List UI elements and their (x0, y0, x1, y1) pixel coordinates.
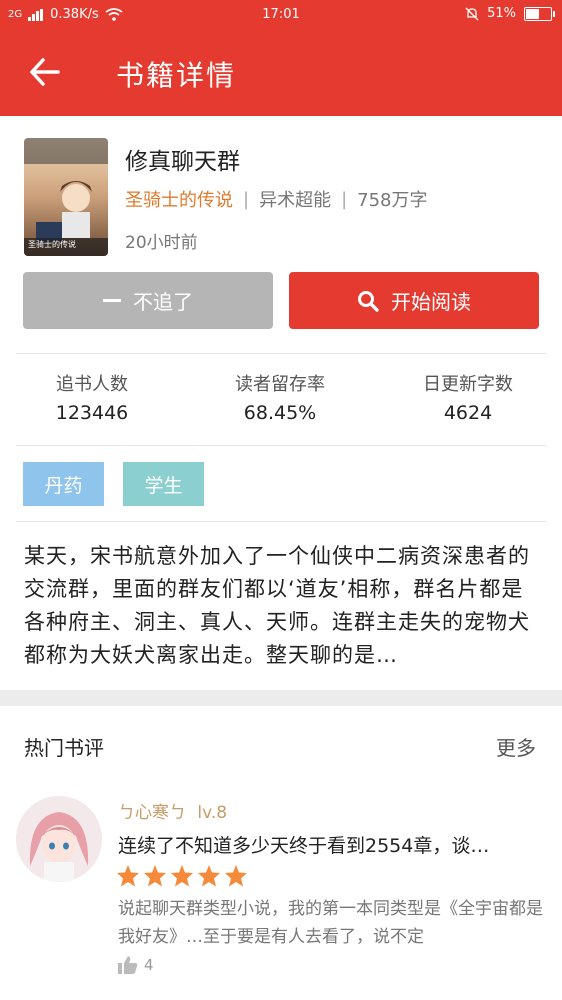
status-bar: 2G 0.38K/s 17:01 51% (0, 0, 562, 30)
stat-value: 4624 (443, 402, 493, 424)
more-reviews-link[interactable]: 更多 (496, 732, 536, 761)
stat-label: 读者留存率 (235, 374, 325, 395)
likes-count: 4 (144, 956, 154, 974)
tag-chip[interactable]: 学生 (123, 462, 204, 506)
thumbs-up-icon (118, 956, 138, 974)
cover-author-text: 圣骑士的传说 (28, 240, 76, 249)
book-meta: 圣骑士的传说 | 异术超能 | 758万字 (125, 186, 428, 212)
search-icon (358, 290, 379, 312)
battery-icon (524, 6, 555, 21)
book-updated-time: 20小时前 (125, 233, 198, 253)
mute-bell-icon (465, 7, 479, 20)
battery-percent: 51% (487, 6, 516, 21)
book-category: 异术超能 (259, 190, 332, 211)
review-body[interactable]: 说起聊天群类型小说，我的第一本同类型是《全宇宙都是我好友》…至于要是有人去看了，… (118, 895, 548, 951)
review-likes[interactable]: 4 (118, 956, 154, 974)
book-title: 修真聊天群 (125, 149, 240, 175)
section-gap (0, 690, 562, 706)
meta-divider: | (243, 188, 250, 210)
star-icon (198, 865, 220, 887)
stat-daily-words: 日更新字数 4624 (388, 370, 548, 424)
avatar[interactable] (16, 796, 102, 882)
book-word-count: 758万字 (357, 190, 428, 211)
book-stats: 追书人数 123446 读者留存率 68.45% 日更新字数 4624 (0, 354, 562, 444)
star-icon (117, 865, 139, 887)
back-button[interactable] (26, 52, 66, 92)
arrow-left-icon (30, 58, 60, 86)
stat-value: 68.45% (243, 402, 317, 424)
stat-followers: 追书人数 123446 (12, 370, 172, 424)
stat-retention: 读者留存率 68.45% (200, 370, 360, 424)
stat-label: 追书人数 (56, 374, 128, 395)
page-title: 书籍详情 (116, 59, 237, 92)
review-author[interactable]: ㄅ心寒ㄅ lv.8 (118, 798, 227, 823)
stat-label: 日更新字数 (423, 374, 513, 395)
avatar-image (16, 796, 102, 882)
divider (16, 445, 546, 446)
star-icon (171, 865, 193, 887)
hot-reviews-title: 热门书评 (24, 736, 104, 760)
book-author-link[interactable]: 圣骑士的传说 (125, 186, 233, 212)
review-rating (116, 864, 248, 888)
unfollow-label: 不追了 (133, 290, 193, 314)
star-icon (225, 865, 247, 887)
review-username: ㄅ心寒ㄅ (118, 803, 186, 823)
meta-divider: | (341, 188, 348, 210)
start-reading-button[interactable]: 开始阅读 (289, 272, 539, 329)
divider (16, 521, 546, 522)
book-cover[interactable]: 圣骑士的传说 (24, 138, 108, 256)
book-synopsis[interactable]: 某天，宋书航意外加入了一个仙侠中二病资深患者的交流群，里面的群友们都以‘道友’相… (24, 540, 542, 672)
battery-fill (526, 8, 540, 19)
review-user-level: lv.8 (197, 803, 228, 823)
status-right: 51% (465, 6, 555, 21)
star-icon (144, 865, 166, 887)
start-reading-label: 开始阅读 (391, 290, 471, 314)
stat-value: 123446 (55, 402, 129, 424)
minus-icon (103, 299, 121, 302)
unfollow-button[interactable]: 不追了 (23, 272, 273, 329)
tag-chip[interactable]: 丹药 (23, 462, 104, 506)
app-header: 书籍详情 (0, 30, 562, 116)
review-title[interactable]: 连续了不知道多少天终于看到2554章，谈… (118, 831, 538, 858)
